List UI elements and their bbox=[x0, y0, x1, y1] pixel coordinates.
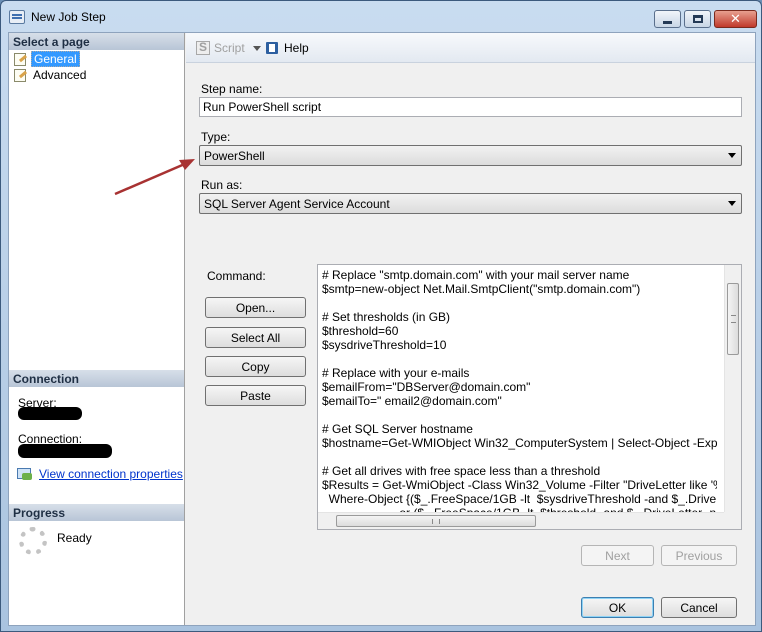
help-label: Help bbox=[284, 41, 309, 55]
step-name-input[interactable]: Run PowerShell script bbox=[199, 97, 742, 117]
run-as-select[interactable]: SQL Server Agent Service Account bbox=[199, 193, 742, 214]
command-vertical-scrollbar[interactable] bbox=[724, 265, 741, 514]
left-pane: Select a page General Advanced Connectio… bbox=[9, 33, 185, 625]
cancel-button[interactable]: Cancel bbox=[661, 597, 737, 618]
close-icon: ✕ bbox=[730, 11, 741, 27]
copy-button[interactable]: Copy bbox=[205, 356, 306, 377]
run-as-label: Run as: bbox=[201, 178, 243, 192]
chevron-down-icon[interactable] bbox=[252, 45, 261, 51]
connection-value-redacted bbox=[18, 444, 112, 458]
close-button[interactable]: ✕ bbox=[714, 10, 757, 28]
connection-header: Connection bbox=[9, 370, 184, 387]
progress-status: Ready bbox=[57, 531, 92, 545]
open-button[interactable]: Open... bbox=[205, 297, 306, 318]
script-icon bbox=[196, 40, 210, 55]
progress-header: Progress bbox=[9, 504, 184, 521]
view-connection-properties-label: View connection properties bbox=[39, 467, 183, 481]
paste-button[interactable]: Paste bbox=[205, 385, 306, 406]
chevron-down-icon bbox=[728, 153, 736, 158]
toolbar: Script Help bbox=[186, 33, 755, 63]
progress-spinner-icon bbox=[19, 527, 47, 555]
page-item-general[interactable]: General bbox=[13, 50, 80, 67]
command-text[interactable]: # Replace "smtp.domain.com" with your ma… bbox=[322, 268, 717, 513]
type-label: Type: bbox=[201, 130, 231, 144]
scroll-corner bbox=[724, 512, 741, 529]
maximize-button[interactable] bbox=[684, 10, 711, 28]
general-page-content: Step name: Run PowerShell script Type: P… bbox=[186, 64, 755, 625]
dialog-footer: OK Cancel bbox=[186, 581, 755, 625]
server-value-redacted bbox=[18, 407, 82, 420]
chevron-down-icon bbox=[728, 201, 736, 206]
run-as-select-value: SQL Server Agent Service Account bbox=[204, 197, 390, 211]
select-page-header: Select a page bbox=[9, 33, 184, 50]
minimize-button[interactable] bbox=[654, 10, 681, 28]
page-icon bbox=[13, 68, 28, 82]
page-icon bbox=[13, 52, 28, 66]
maximize-icon bbox=[692, 15, 703, 23]
help-book-icon bbox=[266, 41, 280, 55]
page-item-advanced-label: Advanced bbox=[33, 67, 87, 82]
view-connection-properties-link[interactable]: View connection properties bbox=[17, 467, 183, 481]
ok-button[interactable]: OK bbox=[581, 597, 654, 618]
horizontal-scroll-thumb[interactable] bbox=[336, 515, 536, 527]
type-select-value: PowerShell bbox=[204, 149, 265, 163]
title-bar[interactable]: New Job Step ✕ bbox=[1, 1, 761, 33]
command-horizontal-scrollbar[interactable] bbox=[318, 512, 725, 529]
select-all-button[interactable]: Select All bbox=[205, 327, 306, 348]
window-title: New Job Step bbox=[31, 10, 106, 24]
dialog-client-area: Select a page General Advanced Connectio… bbox=[8, 32, 756, 626]
script-button[interactable]: Script bbox=[196, 40, 261, 55]
minimize-icon bbox=[663, 20, 672, 24]
command-editor[interactable]: # Replace "smtp.domain.com" with your ma… bbox=[317, 264, 742, 530]
script-label: Script bbox=[214, 41, 245, 55]
type-select[interactable]: PowerShell bbox=[199, 145, 742, 166]
job-step-app-icon bbox=[9, 10, 25, 24]
step-name-label: Step name: bbox=[201, 82, 263, 96]
previous-button[interactable]: Previous bbox=[661, 545, 737, 566]
connection-properties-icon bbox=[17, 467, 33, 481]
help-button[interactable]: Help bbox=[266, 41, 309, 55]
new-job-step-window: New Job Step ✕ Select a page General Adv… bbox=[0, 0, 762, 632]
vertical-scroll-thumb[interactable] bbox=[727, 283, 739, 355]
command-label: Command: bbox=[207, 269, 266, 283]
next-button[interactable]: Next bbox=[581, 545, 654, 566]
page-item-general-label: General bbox=[31, 50, 80, 67]
page-item-advanced[interactable]: Advanced bbox=[13, 67, 88, 82]
